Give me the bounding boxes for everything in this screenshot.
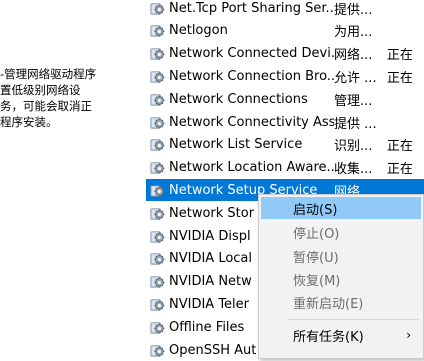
service-description: 管理...: [334, 93, 373, 109]
menu-item-all-tasks[interactable]: 所有任务(K) ›: [261, 324, 421, 346]
service-gear-icon: [149, 342, 165, 358]
service-description: 识别...: [334, 139, 373, 155]
service-gear-icon: [149, 137, 165, 153]
service-row[interactable]: Network Location Aware... 收集... 正在: [146, 157, 424, 179]
service-row[interactable]: Network List Service 识别... 正在: [146, 134, 424, 156]
service-gear-icon: [149, 319, 165, 335]
service-gear-icon: [149, 160, 165, 176]
menu-item-stop[interactable]: 停止(O): [261, 221, 421, 243]
service-row[interactable]: Network Connection Bro... 允许 ... 正在: [146, 65, 424, 87]
service-row[interactable]: Network Connections 管理...: [146, 88, 424, 110]
service-status: 正在: [386, 48, 413, 64]
service-name: Netlogon: [169, 23, 228, 39]
menu-item-all-tasks-label: 所有任务(K): [293, 329, 364, 345]
description-line: -管理网络驱动程序: [0, 67, 97, 81]
service-description-panel: -管理网络驱动程序 置低级别网络设 务，可能会取消正 程序安装。: [0, 66, 140, 130]
service-gear-icon: [149, 68, 165, 84]
service-gear-icon: [149, 0, 165, 16]
menu-separator: [289, 319, 419, 320]
menu-item-restart[interactable]: 重新启动(E): [261, 291, 421, 313]
context-menu: 启动(S) 停止(O) 暂停(U) 恢复(M) 重新启动(E) 所有任务(K) …: [258, 194, 424, 359]
service-description: 允许 ...: [334, 70, 377, 86]
service-gear-icon: [149, 114, 165, 130]
service-row[interactable]: Netlogon 为用...: [146, 20, 424, 42]
service-row[interactable]: Network Connected Devi... 网络... 正在: [146, 43, 424, 65]
service-gear-icon: [149, 46, 165, 62]
service-description: 为用...: [334, 25, 373, 41]
service-description: 提供 ...: [334, 116, 377, 132]
service-name: Network List Service: [169, 137, 303, 153]
service-name: Network Connection Bro...: [169, 68, 335, 84]
menu-item-pause[interactable]: 暂停(U): [261, 245, 421, 267]
service-gear-icon: [149, 23, 165, 39]
service-row[interactable]: Network Connectivity Ass... 提供 ...: [146, 111, 424, 133]
submenu-arrow-icon: ›: [406, 328, 411, 342]
service-gear-icon: [149, 91, 165, 107]
menu-item-start[interactable]: 启动(S): [261, 197, 421, 219]
description-line: 置低级别网络设: [0, 83, 81, 97]
service-gear-icon: [149, 228, 165, 244]
service-gear-icon: [149, 296, 165, 312]
service-name: Net.Tcp Port Sharing Ser...: [169, 0, 335, 16]
description-line: 务，可能会取消正: [0, 99, 92, 113]
service-name: Network Connectivity Ass...: [169, 114, 335, 130]
service-name: Network Location Aware...: [169, 160, 335, 176]
description-line: 程序安装。: [0, 115, 58, 129]
service-status: 正在: [386, 139, 413, 155]
service-status: 正在: [386, 70, 413, 86]
service-row[interactable]: Net.Tcp Port Sharing Ser... 提供...: [146, 0, 424, 19]
service-gear-icon: [149, 251, 165, 267]
service-description: 网络...: [334, 48, 373, 64]
menu-item-resume[interactable]: 恢复(M): [261, 268, 421, 290]
service-gear-icon: [149, 205, 165, 221]
service-gear-icon: [149, 182, 165, 198]
service-name: Network Connections: [169, 91, 308, 107]
service-name: Network Connected Devi...: [169, 46, 335, 62]
service-gear-icon: [149, 274, 165, 290]
service-description: 收集...: [334, 162, 373, 178]
service-status: 正在: [386, 162, 413, 178]
service-description: 提供...: [334, 2, 373, 18]
